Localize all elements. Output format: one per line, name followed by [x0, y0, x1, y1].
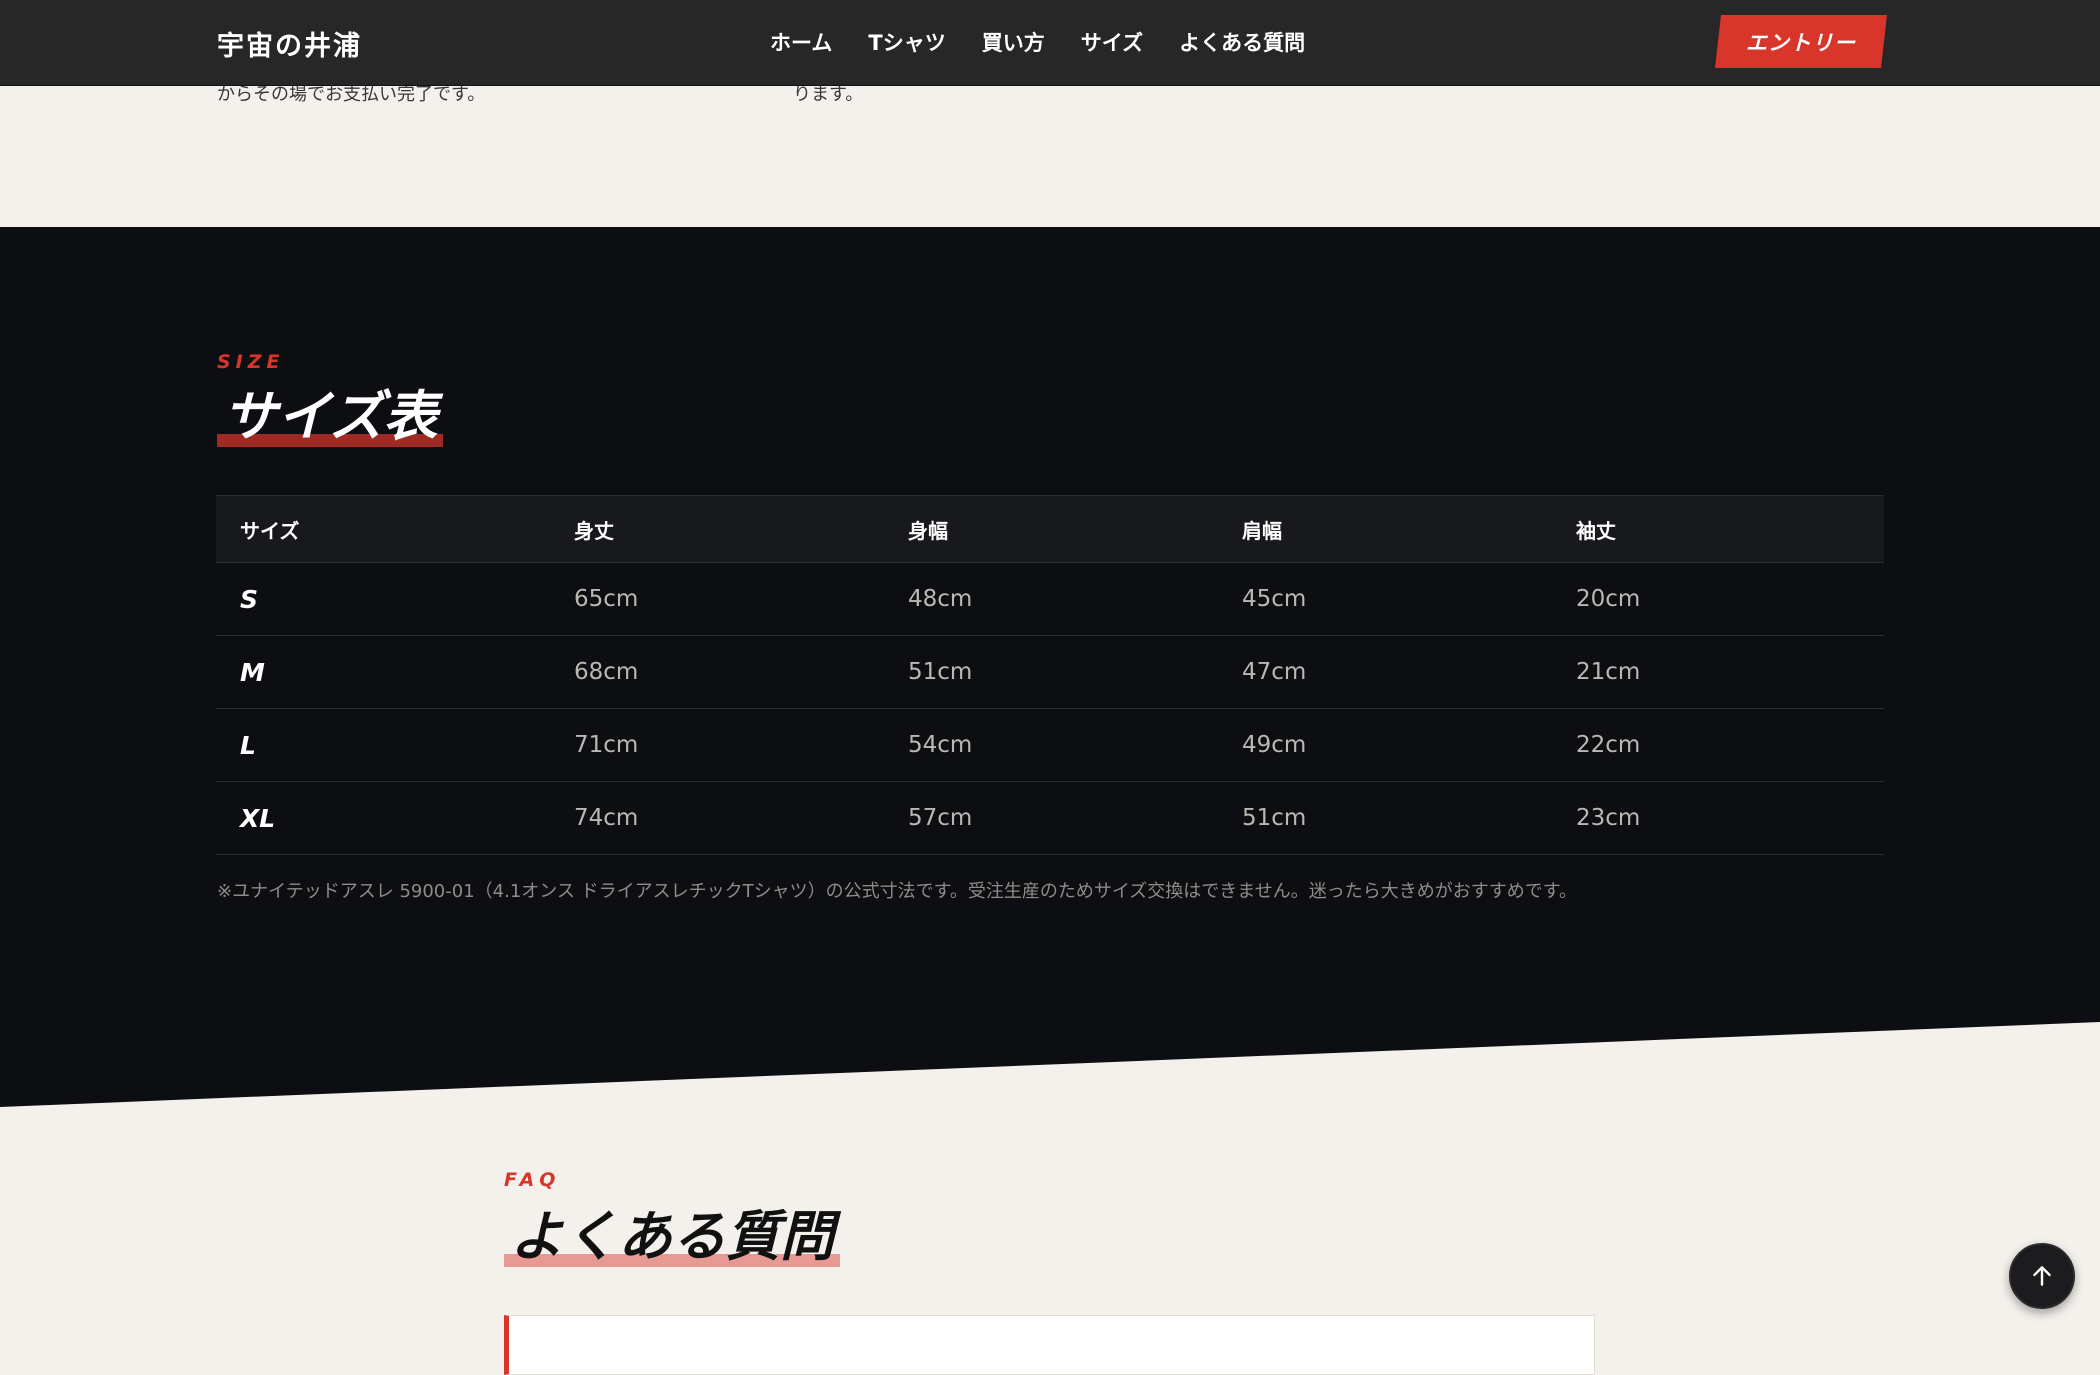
table-cell: 21cm: [1576, 635, 1884, 709]
entry-button[interactable]: エントリー: [1715, 15, 1887, 68]
table-cell: 74cm: [574, 781, 908, 855]
table-row: XL 74cm 57cm 51cm 23cm: [216, 781, 1884, 855]
table-cell: 49cm: [1242, 708, 1576, 782]
table-cell: 51cm: [908, 635, 1242, 709]
size-section: SIZE サイズ表 サイズ 身丈 身幅 肩幅 袖丈 S 65cm 48cm 45…: [0, 227, 2100, 1107]
site-logo[interactable]: 宇宙の井浦: [217, 24, 362, 63]
table-row: S 65cm 48cm 45cm 20cm: [216, 562, 1884, 636]
table-cell: 47cm: [1242, 635, 1576, 709]
nav-link-tshirts[interactable]: Tシャツ: [868, 27, 945, 57]
size-table-header-row: サイズ 身丈 身幅 肩幅 袖丈: [216, 495, 1884, 563]
size-eyebrow: SIZE: [217, 351, 285, 373]
table-cell: 45cm: [1242, 562, 1576, 636]
size-table-note: ※ユナイテッドアスレ 5900-01（4.1オンス ドライアスレチックTシャツ）…: [217, 881, 1577, 902]
back-to-top-button[interactable]: [2009, 1243, 2075, 1309]
table-cell: 48cm: [908, 562, 1242, 636]
faq-section-title: よくある質問: [504, 1207, 840, 1267]
arrow-up-icon: [2033, 1266, 2051, 1286]
table-cell: 65cm: [574, 562, 908, 636]
table-row: L 71cm 54cm 49cm 22cm: [216, 708, 1884, 782]
table-cell: 20cm: [1576, 562, 1884, 636]
table-cell: 68cm: [574, 635, 908, 709]
table-cell: 71cm: [574, 708, 908, 782]
table-cell: 54cm: [908, 708, 1242, 782]
table-cell: 51cm: [1242, 781, 1576, 855]
size-label: S: [216, 562, 574, 636]
table-cell: 57cm: [908, 781, 1242, 855]
nav-link-faq[interactable]: よくある質問: [1179, 27, 1305, 57]
size-table: サイズ 身丈 身幅 肩幅 袖丈 S 65cm 48cm 45cm 20cm M …: [216, 495, 1884, 855]
site-header: 宇宙の井浦 ホーム Tシャツ 買い方 サイズ よくある質問 エントリー: [0, 0, 2100, 86]
column-header-width: 身幅: [908, 495, 1242, 563]
nav-link-how-to-buy[interactable]: 買い方: [982, 27, 1045, 57]
size-label: L: [216, 708, 574, 782]
faq-item[interactable]: [504, 1315, 1595, 1375]
size-label: XL: [216, 781, 574, 855]
column-header-size: サイズ: [216, 495, 574, 563]
main-nav: ホーム Tシャツ 買い方 サイズ よくある質問: [770, 27, 1305, 57]
size-label: M: [216, 635, 574, 709]
faq-eyebrow: FAQ: [504, 1169, 561, 1191]
table-cell: 23cm: [1576, 781, 1884, 855]
nav-link-home[interactable]: ホーム: [770, 27, 832, 57]
nav-link-size[interactable]: サイズ: [1081, 27, 1143, 57]
column-header-shoulder: 肩幅: [1242, 495, 1576, 563]
table-row: M 68cm 51cm 47cm 21cm: [216, 635, 1884, 709]
size-section-title: サイズ表: [217, 387, 444, 447]
table-cell: 22cm: [1576, 708, 1884, 782]
column-header-sleeve: 袖丈: [1576, 495, 1884, 563]
column-header-length: 身丈: [574, 495, 908, 563]
